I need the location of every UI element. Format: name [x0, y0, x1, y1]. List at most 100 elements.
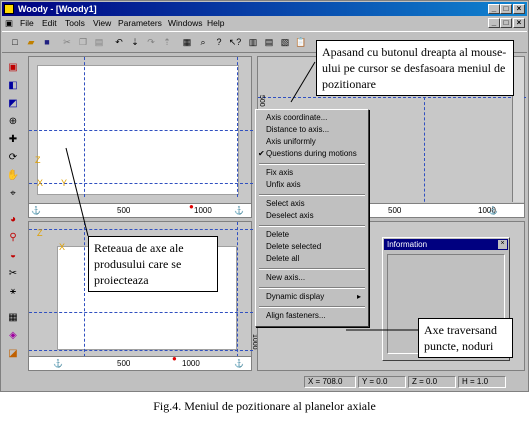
measure-tool-icon[interactable]: ⌖: [5, 187, 21, 201]
ctx-new-axis[interactable]: New axis...: [266, 273, 305, 282]
cut-tool-icon[interactable]: ✂: [5, 267, 21, 281]
positioning-context-menu[interactable]: Axis coordinate... Distance to axis... A…: [255, 109, 369, 327]
callout-left: Reteaua de axe ale produsului care se pr…: [88, 236, 218, 292]
drill-tool-icon[interactable]: ◕: [5, 213, 21, 227]
cube-tool-icon[interactable]: ◈: [5, 329, 21, 343]
select-tool-icon[interactable]: ▣: [5, 61, 21, 75]
axis-line: [237, 57, 238, 197]
app-icon: [4, 4, 14, 14]
callout-right: Axe traversand puncte, noduri: [418, 318, 513, 358]
context-help-icon[interactable]: ↖?: [228, 36, 242, 49]
close-icon[interactable]: ×: [498, 240, 507, 249]
redo-icon[interactable]: ↷: [144, 36, 158, 49]
anchor-icon: ⚓: [488, 206, 498, 215]
axis-label-y: Y: [61, 178, 68, 188]
ruler-tick-vertical: 500: [258, 95, 265, 107]
axis-line: [29, 312, 253, 313]
pin-tool-icon[interactable]: ⚹: [5, 285, 21, 299]
zoom-icon[interactable]: ⌕: [196, 36, 210, 49]
hand-tool-icon[interactable]: ✋: [5, 169, 21, 183]
document-icon[interactable]: ▣: [5, 18, 13, 29]
menu-separator: [259, 287, 365, 289]
doc-restore-icon[interactable]: □: [500, 18, 512, 28]
ctx-deselect-axis[interactable]: Deselect axis: [266, 211, 314, 220]
print-icon[interactable]: ▦: [180, 36, 194, 49]
pointer-tool-icon[interactable]: ◧: [5, 79, 21, 93]
axis-line: [424, 97, 425, 217]
joint-tool-icon[interactable]: ◒: [5, 249, 21, 263]
ctx-unfix-axis[interactable]: Unfix axis: [266, 180, 301, 189]
clipboard-icon[interactable]: 📋: [294, 36, 308, 49]
close-icon[interactable]: ×: [513, 4, 525, 14]
ctx-questions-during-motions[interactable]: Questions during motions: [266, 149, 357, 158]
information-title: Information: [387, 240, 428, 249]
ctx-delete-all[interactable]: Delete all: [266, 254, 299, 263]
axis-line: [237, 222, 238, 362]
checkmark-icon: ✔: [258, 149, 265, 158]
status-h: H = 1.0: [458, 376, 506, 388]
ctx-align-fasteners[interactable]: Align fasteners...: [266, 311, 326, 320]
fit-tool-icon[interactable]: ✚: [5, 133, 21, 147]
ruler-tick: 1000: [182, 359, 200, 368]
axis-label-x: X: [37, 178, 44, 188]
menu-windows[interactable]: Windows: [168, 18, 202, 28]
doc-minimize-icon[interactable]: _: [488, 18, 500, 28]
ctx-fix-axis[interactable]: Fix axis: [266, 168, 293, 177]
ruler-tick: 500: [117, 206, 131, 215]
ruler-horizontal: 500 1000 ⚓: [370, 203, 524, 217]
doc-close-icon[interactable]: ×: [513, 18, 525, 28]
document-view-icon[interactable]: ▧: [278, 36, 292, 49]
panel-tool-icon[interactable]: ◩: [5, 97, 21, 111]
grid-icon[interactable]: ▥: [246, 36, 260, 49]
save-icon[interactable]: ■: [40, 36, 54, 49]
ruler-horizontal: ⚓ 500 ● 1000 ⚓: [29, 202, 251, 217]
fastener-tool-icon[interactable]: ⚲: [5, 231, 21, 245]
menu-parameters[interactable]: Parameters: [118, 18, 162, 28]
ruler-tick: 1000: [194, 206, 212, 215]
undo-step-icon[interactable]: ⇣: [128, 36, 142, 49]
submenu-arrow-icon: ▸: [357, 292, 362, 301]
undo-icon[interactable]: ↶: [112, 36, 126, 49]
menu-tools[interactable]: Tools: [65, 18, 85, 28]
anchor-icon: ⚓: [53, 359, 63, 368]
rotate-tool-icon[interactable]: ⟳: [5, 151, 21, 165]
menu-help[interactable]: Help: [207, 18, 224, 28]
menu-separator: [259, 225, 365, 227]
redo-step-icon[interactable]: ⇡: [160, 36, 174, 49]
minimize-icon[interactable]: _: [488, 4, 500, 14]
material-tool-icon[interactable]: ◪: [5, 347, 21, 361]
help-icon[interactable]: ?: [212, 36, 226, 49]
axis-line: [29, 130, 253, 131]
axis-label-z: Z: [35, 155, 41, 165]
menu-file[interactable]: File: [20, 18, 34, 28]
render-tool-icon[interactable]: ▦: [5, 311, 21, 325]
information-title-bar: Information ×: [384, 239, 508, 250]
copy-icon[interactable]: ❐: [76, 36, 90, 49]
anchor-icon: ⚓: [31, 206, 41, 215]
menu-edit[interactable]: Edit: [42, 18, 57, 28]
axis-label-z: Z: [37, 228, 43, 238]
ctx-delete-selected[interactable]: Delete selected: [266, 242, 321, 251]
ctx-dynamic-display[interactable]: Dynamic display: [266, 292, 324, 301]
open-folder-icon[interactable]: ▰: [24, 36, 38, 49]
new-file-icon[interactable]: □: [8, 36, 22, 49]
position-marker[interactable]: ●: [172, 354, 177, 363]
ctx-axis-uniformly[interactable]: Axis uniformly: [266, 137, 316, 146]
axis-line: [258, 97, 526, 98]
ctx-delete[interactable]: Delete: [266, 230, 289, 239]
zoom-in-tool-icon[interactable]: ⊕: [5, 115, 21, 129]
menu-separator: [259, 268, 365, 270]
ruler-horizontal: ⚓ 500 ● 1000 ⚓: [29, 354, 251, 370]
ctx-select-axis[interactable]: Select axis: [266, 199, 305, 208]
table-icon[interactable]: ▤: [262, 36, 276, 49]
menu-view[interactable]: View: [93, 18, 111, 28]
left-toolbar: ▣ ◧ ◩ ⊕ ✚ ⟳ ✋ ⌖ ◕ ⚲ ◒ ✂ ⚹ ▦ ◈ ◪: [5, 61, 23, 361]
ctx-distance-to-axis[interactable]: Distance to axis...: [266, 125, 329, 134]
maximize-icon[interactable]: □: [500, 4, 512, 14]
axis-line: [29, 350, 253, 351]
paste-icon[interactable]: ▤: [92, 36, 106, 49]
cut-icon[interactable]: ✂: [60, 36, 74, 49]
viewport-top-left[interactable]: Z X Y ⚓ 500 ● 1000 ⚓: [28, 56, 253, 218]
ctx-axis-coordinate[interactable]: Axis coordinate...: [266, 113, 327, 122]
title-bar: Woody - [Woody1] _ □ ×: [2, 2, 527, 16]
